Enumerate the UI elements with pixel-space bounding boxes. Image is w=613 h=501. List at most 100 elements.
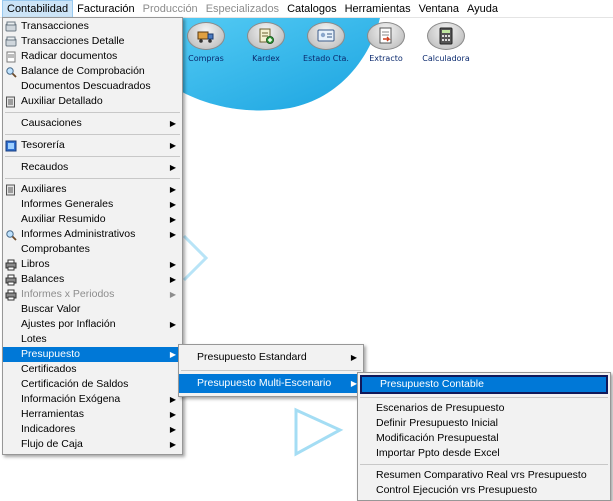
menu-item-label: Modificación Presupuestal	[376, 432, 499, 444]
menu-item-label: Informes Administrativos	[21, 228, 136, 240]
menu-item-recaudos[interactable]: Recaudos ▶	[3, 160, 182, 175]
submenu-item-presupuesto-estandard[interactable]: Presupuesto Estandard ▶	[179, 348, 363, 367]
submenu-item-resumen-comparativo-real-vrs-presupuesto[interactable]: Resumen Comparativo Real vrs Presupuesto	[358, 468, 610, 483]
menubar-item-herramientas[interactable]: Herramientas	[341, 0, 415, 18]
menu-item-label: Causaciones	[21, 117, 82, 129]
id-card-icon	[307, 22, 345, 50]
menu-item-label: Auxiliares	[21, 183, 67, 195]
menu-item-libros[interactable]: Libros ▶	[3, 257, 182, 272]
menubar-item-especializados[interactable]: Especializados	[202, 0, 283, 18]
menu-item-tesoreria[interactable]: Tesorería ▶	[3, 138, 182, 153]
toolbar-button-extracto[interactable]: Extracto	[356, 18, 416, 70]
menu-item-ajustes-por-inflacion[interactable]: Ajustes por Inflación ▶	[3, 317, 182, 332]
submenu-arrow-icon: ▶	[169, 275, 176, 284]
menu-item-informes-x-periodos[interactable]: Informes x Periodos ▶	[3, 287, 182, 302]
menubar-item-catalogos[interactable]: Catalogos	[283, 0, 341, 18]
printer-icon	[5, 259, 17, 271]
menu-item-balance-de-comprobacion[interactable]: Balance de Comprobación	[3, 64, 182, 79]
menubar-item-produccion[interactable]: Producción	[139, 0, 202, 18]
menubar-item-facturacion[interactable]: Facturación	[73, 0, 138, 18]
chevron-outline-2	[294, 407, 344, 457]
toolbar-button-kardex[interactable]: Kardex	[236, 18, 296, 70]
menu-separator	[181, 370, 361, 371]
menu-item-label: Herramientas	[21, 408, 85, 420]
magnifier-icon	[5, 66, 17, 78]
menu-item-label: Presupuesto Estandard	[197, 351, 307, 363]
menu-item-label: Control Ejecución vrs Presupuesto	[376, 484, 538, 496]
submenu-item-modificacion-presupuestal[interactable]: Modificación Presupuestal	[358, 431, 610, 446]
menu-item-radicar-documentos[interactable]: Radicar documentos	[3, 49, 182, 64]
submenu-arrow-icon: ▶	[169, 440, 176, 449]
menu-item-label: Información Exógena	[21, 393, 121, 405]
toolbar-button-compras[interactable]: Compras	[176, 18, 236, 70]
submenu-item-control-ejecucion-vrs-presupuesto[interactable]: Control Ejecución vrs Presupuesto	[358, 483, 610, 498]
menu-item-presupuesto[interactable]: Presupuesto ▶	[3, 347, 182, 362]
menu-item-auxiliar-detallado[interactable]: Auxiliar Detallado	[3, 94, 182, 109]
menu-item-label: Balances	[21, 273, 65, 285]
menu-item-label: Certificados	[21, 363, 77, 375]
submenu-item-presupuesto-multi-escenario[interactable]: Presupuesto Multi-Escenario ▶	[179, 374, 363, 393]
submenu-arrow-icon: ▶	[169, 395, 176, 404]
submenu-item-escenarios-de-presupuesto[interactable]: Escenarios de Presupuesto	[358, 401, 610, 416]
toolbar-button-calculadora[interactable]: Calculadora	[416, 18, 476, 70]
menu-item-flujo-de-caja[interactable]: Flujo de Caja ▶	[3, 437, 182, 452]
document-arrow-icon	[367, 22, 405, 50]
menu-separator	[5, 178, 180, 179]
menu-item-label: Presupuesto	[21, 348, 80, 360]
toolbar-button-label: Kardex	[252, 54, 280, 63]
menu-item-transacciones-detalle[interactable]: Transacciones Detalle	[3, 34, 182, 49]
menubar-item-contabilidad[interactable]: Contabilidad	[2, 0, 74, 18]
menu-item-buscar-valor[interactable]: Buscar Valor	[3, 302, 182, 317]
calculator-icon	[427, 22, 465, 50]
toolbar-button-label: Estado Cta.	[303, 54, 349, 63]
toolbar-button-label: Extracto	[369, 54, 403, 63]
printer-icon	[5, 274, 17, 286]
submenu-arrow-icon: ▶	[169, 260, 176, 269]
menu-separator	[5, 112, 180, 113]
menubar-item-ayuda[interactable]: Ayuda	[463, 0, 502, 18]
menu-item-herramientas[interactable]: Herramientas ▶	[3, 407, 182, 422]
menu-item-transacciones[interactable]: Transacciones	[3, 19, 182, 34]
submenu-arrow-icon: ▶	[169, 230, 176, 239]
menu-item-label: Radicar documentos	[21, 50, 118, 62]
menu-item-label: Certificación de Saldos	[21, 378, 129, 390]
menu-item-informacion-exogena[interactable]: Información Exógena ▶	[3, 392, 182, 407]
menubar-item-ventana[interactable]: Ventana	[415, 0, 463, 18]
submenu-item-importar-ppto-desde-excel[interactable]: Importar Ppto desde Excel	[358, 446, 610, 461]
menu-item-auxiliares[interactable]: Auxiliares ▶	[3, 182, 182, 197]
toolbar: Compras Kardex Estado Cta. Extracto Calculad…	[176, 18, 476, 70]
menu-separator	[5, 134, 180, 135]
menu-item-informes-generales[interactable]: Informes Generales ▶	[3, 197, 182, 212]
menu-item-causaciones[interactable]: Causaciones ▶	[3, 116, 182, 131]
submenu-item-definir-presupuesto-inicial[interactable]: Definir Presupuesto Inicial	[358, 416, 610, 431]
submenu-arrow-icon: ▶	[169, 141, 176, 150]
submenu-item-presupuesto-contable[interactable]: Presupuesto Contable	[360, 375, 608, 394]
menu-item-label: Comprobantes	[21, 243, 90, 255]
menu-item-auxiliar-resumido[interactable]: Auxiliar Resumido ▶	[3, 212, 182, 227]
toolbar-button-estado-cta[interactable]: Estado Cta.	[296, 18, 356, 70]
submenu-arrow-icon: ▶	[169, 290, 176, 299]
menubar: Contabilidad Facturación Producción Especia…	[0, 0, 613, 18]
submenu-arrow-icon: ▶	[169, 350, 176, 359]
transactions-icon	[5, 21, 17, 33]
menu-item-indicadores[interactable]: Indicadores ▶	[3, 422, 182, 437]
menu-item-label: Indicadores	[21, 423, 76, 435]
submenu-arrow-icon: ▶	[169, 320, 176, 329]
presupuesto-submenu: Presupuesto Estandard ▶ Presupuesto Multi-…	[178, 344, 364, 397]
menu-item-documentos-descuadrados[interactable]: Documentos Descuadrados	[3, 79, 182, 94]
menu-item-informes-administrativos[interactable]: Informes Administrativos ▶	[3, 227, 182, 242]
menu-item-label: Recaudos	[21, 161, 69, 173]
menu-item-comprobantes[interactable]: Comprobantes	[3, 242, 182, 257]
menu-item-label: Definir Presupuesto Inicial	[376, 417, 498, 429]
menu-item-certificacion-de-saldos[interactable]: Certificación de Saldos	[3, 377, 182, 392]
menu-item-certificados[interactable]: Certificados	[3, 362, 182, 377]
menu-item-label: Presupuesto Contable	[380, 378, 484, 390]
menu-item-lotes[interactable]: Lotes	[3, 332, 182, 347]
menu-item-label: Lotes	[21, 333, 47, 345]
menu-item-label: Auxiliar Resumido	[21, 213, 106, 225]
menu-separator	[360, 464, 608, 465]
menu-item-label: Importar Ppto desde Excel	[376, 447, 500, 459]
toolbar-button-label: Calculadora	[422, 54, 470, 63]
menu-item-label: Documentos Descuadrados	[21, 80, 151, 92]
menu-item-balances[interactable]: Balances ▶	[3, 272, 182, 287]
